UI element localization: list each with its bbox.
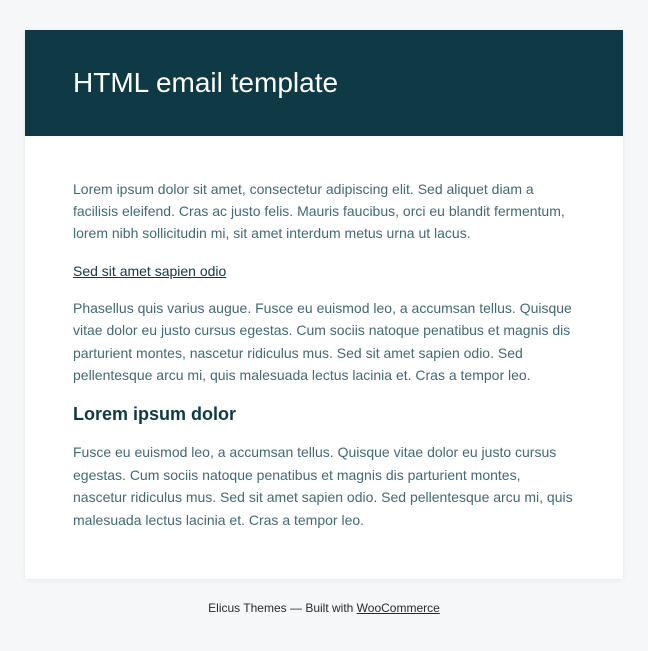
body-paragraph-1: Lorem ipsum dolor sit amet, consectetur … [73,178,575,245]
email-header: HTML email template [25,30,623,136]
email-body: Lorem ipsum dolor sit amet, consectetur … [25,136,623,579]
body-heading-1: Lorem ipsum dolor [73,404,575,425]
body-paragraph-2: Phasellus quis varius augue. Fusce eu eu… [73,297,575,387]
email-container: HTML email template Lorem ipsum dolor si… [25,30,623,579]
body-link-1[interactable]: Sed sit amet sapien odio [73,263,226,279]
email-footer: Elicus Themes — Built with WooCommerce [25,579,623,637]
email-title: HTML email template [73,66,575,100]
footer-text: Elicus Themes — Built with [208,601,357,615]
footer-link[interactable]: WooCommerce [357,601,440,615]
body-paragraph-3: Fusce eu euismod leo, a accumsan tellus.… [73,441,575,531]
